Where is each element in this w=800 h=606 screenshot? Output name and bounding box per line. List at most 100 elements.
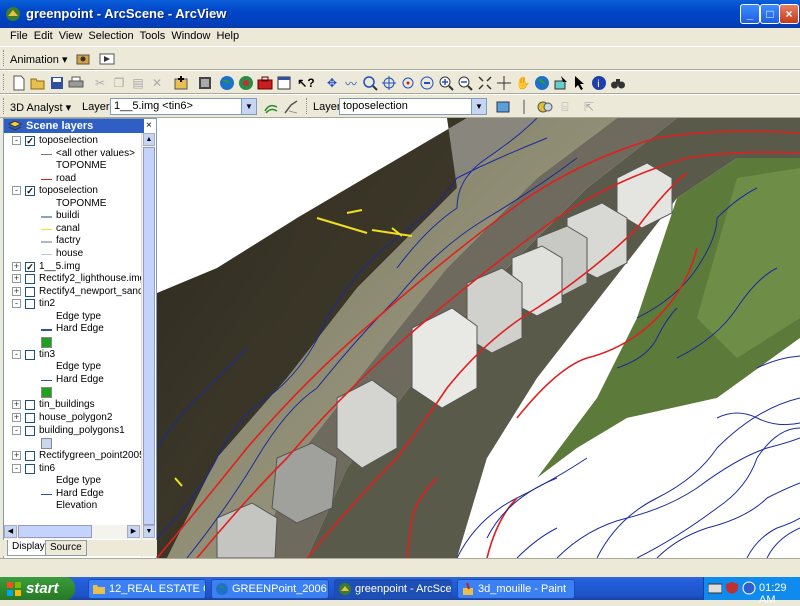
- toc-layer-row[interactable]: + ✓ 1__5.img: [4, 261, 141, 273]
- toolbox-icon[interactable]: [256, 74, 274, 92]
- toc-layer-row[interactable]: + tin_buildings: [4, 399, 141, 411]
- layer-visibility-checkbox[interactable]: ✓: [25, 136, 35, 146]
- print-icon[interactable]: [67, 74, 85, 92]
- toc-layer-row[interactable]: - tin2: [4, 298, 141, 310]
- collapse-icon[interactable]: -: [12, 299, 21, 309]
- toc-horizontal-scrollbar[interactable]: ◀ ▶: [4, 525, 141, 539]
- layer-visibility-checkbox[interactable]: [25, 299, 35, 310]
- paste-icon[interactable]: ▤: [129, 74, 147, 92]
- keyboard-icon[interactable]: [708, 582, 722, 594]
- toc-layer-row[interactable]: - ✓ toposelection: [4, 135, 141, 147]
- toolbar-grip[interactable]: [306, 98, 309, 114]
- fly-icon[interactable]: 〰: [342, 74, 360, 92]
- chevron-down-icon[interactable]: ▼: [471, 99, 486, 114]
- collapse-icon[interactable]: -: [12, 186, 21, 196]
- edit-layer-icon[interactable]: [494, 98, 512, 116]
- menu-window[interactable]: Window: [168, 28, 213, 42]
- zoom-to-target-icon[interactable]: [418, 74, 436, 92]
- taskbar-item-greenpoint-2006[interactable]: GREENPoint_2006 - A...: [211, 579, 329, 599]
- taskbar-item-real-estate[interactable]: 12_REAL ESTATE GIS...: [88, 579, 206, 599]
- scene-canvas[interactable]: [157, 118, 800, 558]
- layer-visibility-checkbox[interactable]: [25, 451, 35, 462]
- analyst-layer-select[interactable]: 1__5.img <tin6> ▼: [110, 98, 257, 115]
- expand-icon[interactable]: +: [12, 451, 21, 461]
- target-zoom-icon[interactable]: [361, 74, 379, 92]
- tab-display[interactable]: Display: [7, 540, 50, 556]
- menu-tools[interactable]: Tools: [137, 28, 169, 42]
- network-icon[interactable]: [742, 581, 756, 595]
- contour-tool-icon[interactable]: [262, 98, 280, 116]
- layer-visibility-checkbox[interactable]: ✓: [25, 261, 35, 272]
- scroll-down-icon[interactable]: ▼: [143, 525, 155, 538]
- expand-icon[interactable]: +: [12, 274, 21, 284]
- center-on-target-icon[interactable]: [399, 74, 417, 92]
- scroll-up-icon[interactable]: ▲: [143, 133, 155, 146]
- layer-visibility-checkbox[interactable]: [25, 286, 35, 297]
- globe-icon[interactable]: [218, 74, 236, 92]
- collapse-icon[interactable]: -: [12, 425, 21, 435]
- menu-view[interactable]: View: [56, 28, 86, 42]
- close-button[interactable]: ×: [779, 4, 799, 24]
- close-toc-icon[interactable]: ×: [146, 120, 152, 131]
- pan-hand-icon[interactable]: ✋: [514, 74, 532, 92]
- chevron-down-icon[interactable]: ▼: [241, 99, 256, 114]
- toc-vertical-scrollbar[interactable]: ▲ ▼: [141, 133, 155, 557]
- 3d-analyst-menu-button[interactable]: 3D Analyst ▾: [10, 101, 71, 114]
- layer-visibility-checkbox[interactable]: [25, 413, 35, 423]
- cut-icon[interactable]: ✂: [91, 74, 109, 92]
- capture-view-icon[interactable]: [74, 50, 92, 68]
- taskbar-item-paint[interactable]: 3d_mouille - Paint: [457, 579, 575, 599]
- select-features-icon[interactable]: [552, 74, 570, 92]
- zoom-in-icon[interactable]: [437, 74, 455, 92]
- disabled-tool-icon[interactable]: ⌸: [556, 98, 574, 116]
- taskbar-item-arcscene[interactable]: greenpoint - ArcScen...: [334, 579, 452, 599]
- toc-layer-row[interactable]: - tin6: [4, 463, 141, 475]
- select-elements-arrow-icon[interactable]: [571, 74, 589, 92]
- scroll-thumb[interactable]: [143, 147, 155, 525]
- zoom-in-out-icon[interactable]: [495, 74, 513, 92]
- layer-visibility-checkbox[interactable]: [25, 463, 35, 474]
- toolbar-grip[interactable]: [3, 74, 6, 90]
- expand-icon[interactable]: +: [12, 286, 21, 296]
- arctoolbox-icon[interactable]: [237, 74, 255, 92]
- toc-layer-row[interactable]: + Rectify2_lighthouse.img: [4, 273, 145, 285]
- toc-layer-row[interactable]: + Rectify4_newport_sandrin: [4, 286, 155, 298]
- toc-layer-row[interactable]: - building_polygons1: [4, 425, 141, 437]
- layer-visibility-checkbox[interactable]: [25, 274, 35, 285]
- window-icon[interactable]: [275, 74, 293, 92]
- clock[interactable]: 01:29 AM: [759, 582, 800, 606]
- shield-icon[interactable]: [725, 581, 739, 595]
- expand-icon[interactable]: +: [12, 400, 21, 410]
- scene-3d-view[interactable]: [157, 118, 800, 558]
- toc-layer-row[interactable]: + house_polygon2: [4, 412, 141, 424]
- whats-this-help-icon[interactable]: ↖?: [297, 74, 315, 92]
- toolbar-grip[interactable]: [3, 50, 6, 66]
- disabled-tool-2-icon[interactable]: ⇱: [580, 98, 598, 116]
- tab-source[interactable]: Source: [45, 540, 87, 556]
- collapse-icon[interactable]: -: [12, 463, 21, 473]
- scroll-left-icon[interactable]: ◀: [4, 525, 17, 538]
- selection-layer-select[interactable]: toposelection ▼: [339, 98, 487, 115]
- toc-layer-row[interactable]: + Rectifygreen_point2005.i: [4, 450, 150, 462]
- layer-visibility-checkbox[interactable]: ✓: [25, 186, 35, 197]
- collapse-icon[interactable]: -: [12, 349, 21, 359]
- toc-header[interactable]: Scene layers: [4, 119, 144, 133]
- start-button[interactable]: start: [0, 577, 75, 600]
- toolbar-grip[interactable]: [3, 98, 6, 114]
- scroll-right-icon[interactable]: ▶: [127, 525, 140, 538]
- copy-icon[interactable]: ❐: [110, 74, 128, 92]
- delete-icon[interactable]: ✕: [148, 74, 166, 92]
- steepest-path-icon[interactable]: [282, 98, 300, 116]
- toc-layer-row[interactable]: - tin3: [4, 349, 141, 361]
- new-document-icon[interactable]: [10, 74, 28, 92]
- scene-properties-icon[interactable]: [196, 74, 214, 92]
- menu-file[interactable]: File: [0, 28, 31, 42]
- h-scroll-thumb[interactable]: [18, 525, 92, 538]
- layer-visibility-checkbox[interactable]: [25, 425, 35, 436]
- identify-icon[interactable]: i: [590, 74, 608, 92]
- symbology-icon[interactable]: [536, 98, 554, 116]
- expand-icon[interactable]: +: [12, 413, 21, 422]
- layer-visibility-checkbox[interactable]: [25, 400, 35, 411]
- layer-visibility-checkbox[interactable]: [25, 349, 35, 360]
- add-data-icon[interactable]: [172, 74, 190, 92]
